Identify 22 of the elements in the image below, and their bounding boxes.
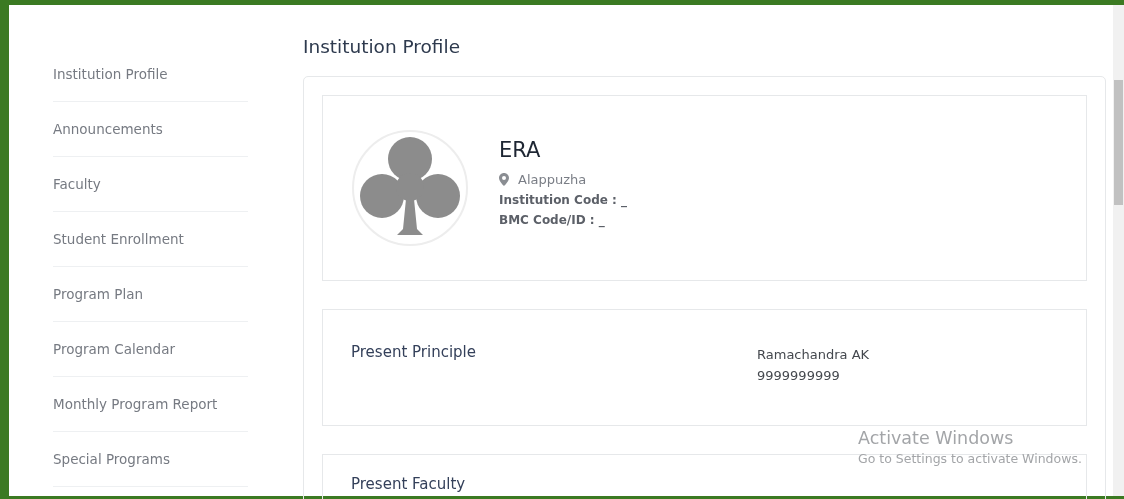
location-text: Alappuzha — [518, 171, 587, 187]
section-heading: Present Principle — [351, 343, 477, 363]
scrollbar[interactable] — [1113, 5, 1124, 496]
activation-title: Activate Windows — [858, 427, 1015, 450]
code-text: BMC Code/ID : _ — [499, 212, 606, 227]
page-title: Institution Profile — [303, 35, 462, 59]
sidebar-item[interactable]: Announcements — [53, 102, 248, 157]
sidebar-item[interactable]: Faculty — [53, 157, 248, 212]
sidebar-item[interactable]: Student Enrollment — [53, 212, 248, 267]
location-pin-icon — [499, 172, 509, 186]
sidebar-item[interactable]: Special Programs — [53, 432, 248, 487]
detail-text: 9999999999 — [757, 368, 841, 383]
scrollbar-thumb[interactable] — [1114, 80, 1123, 205]
activation-text: Go to Settings to activate Windows. — [858, 450, 1082, 468]
detail-text: Ramachandra AK — [757, 347, 870, 362]
section-heading: Present Faculty — [351, 475, 467, 495]
sidebar-item[interactable]: Institution Profile — [53, 47, 248, 102]
institution-name: ERA — [499, 137, 542, 162]
sidebar-item[interactable]: Program Plan — [53, 267, 248, 322]
code-text: Institution Code : _ — [499, 192, 628, 207]
sidebar-item[interactable]: Monthly Program Report — [53, 377, 248, 432]
sidebar-item[interactable]: Program Calendar — [53, 322, 248, 377]
